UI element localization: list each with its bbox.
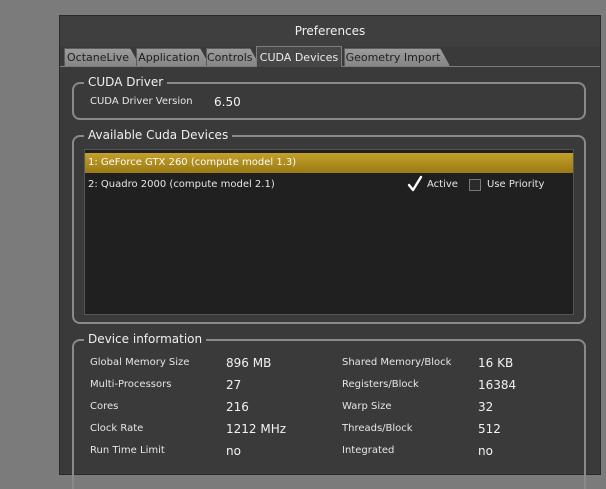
active-label: Active — [427, 179, 458, 190]
info-value: no — [478, 444, 493, 458]
available-devices-group: Available Cuda Devices 1: GeForce GTX 26… — [72, 127, 586, 324]
info-value: 512 — [478, 422, 501, 436]
device-info-group: Device information Global Memory Size 89… — [72, 331, 586, 489]
cuda-driver-version-value: 6.50 — [214, 95, 241, 109]
info-label: Cores — [90, 401, 119, 412]
info-value: 32 — [478, 400, 494, 414]
info-label: Run Time Limit — [90, 445, 165, 456]
tab-geometry-import[interactable]: Geometry Import — [344, 48, 450, 66]
info-label: Warp Size — [342, 401, 392, 412]
available-devices-title: Available Cuda Devices — [84, 127, 233, 143]
info-label: Clock Rate — [90, 423, 144, 434]
tab-cuda-devices[interactable]: CUDA Devices — [256, 46, 342, 67]
tab-application[interactable]: Application — [136, 48, 210, 66]
info-value: 16384 — [478, 378, 517, 392]
info-label: Shared Memory/Block — [342, 357, 452, 368]
tab-octanelive[interactable]: OctaneLive — [64, 48, 140, 66]
tab-bar: OctaneLive Application Controls Geometry… — [60, 46, 600, 67]
cuda-driver-group: CUDA Driver CUDA Driver Version 6.50 — [72, 74, 586, 120]
active-checkbox[interactable] — [407, 175, 423, 192]
device-list: 1: GeForce GTX 260 (compute model 1.3) 2… — [84, 149, 574, 315]
cuda-driver-title: CUDA Driver — [84, 74, 168, 90]
device-row-2[interactable]: 2: Quadro 2000 (compute model 2.1) Activ… — [85, 175, 573, 195]
info-label: Multi-Processors — [90, 379, 172, 390]
tab-controls[interactable]: Controls — [206, 48, 260, 66]
info-value: no — [226, 444, 241, 458]
info-value: 896 MB — [226, 356, 272, 370]
device-row-1[interactable]: 1: GeForce GTX 260 (compute model 1.3) — [85, 153, 573, 173]
info-label: Registers/Block — [342, 379, 419, 390]
info-value: 27 — [226, 378, 242, 392]
cuda-driver-version-label: CUDA Driver Version — [90, 96, 193, 107]
info-label: Threads/Block — [342, 423, 413, 434]
use-priority-checkbox[interactable] — [469, 179, 481, 191]
window-title: Preferences — [60, 16, 600, 46]
device-info-title: Device information — [84, 331, 207, 347]
info-value: 216 — [226, 400, 249, 414]
use-priority-label: Use Priority — [487, 179, 545, 190]
device-name: 1: GeForce GTX 260 (compute model 1.3) — [88, 157, 297, 168]
preferences-window: Preferences OctaneLive Application Contr… — [59, 15, 601, 489]
info-label: Integrated — [342, 445, 395, 456]
info-value: 1212 MHz — [226, 422, 287, 436]
info-value: 16 KB — [478, 356, 514, 370]
info-label: Global Memory Size — [90, 357, 190, 368]
checkmark-icon — [407, 175, 423, 192]
device-name: 2: Quadro 2000 (compute model 2.1) — [88, 179, 275, 190]
